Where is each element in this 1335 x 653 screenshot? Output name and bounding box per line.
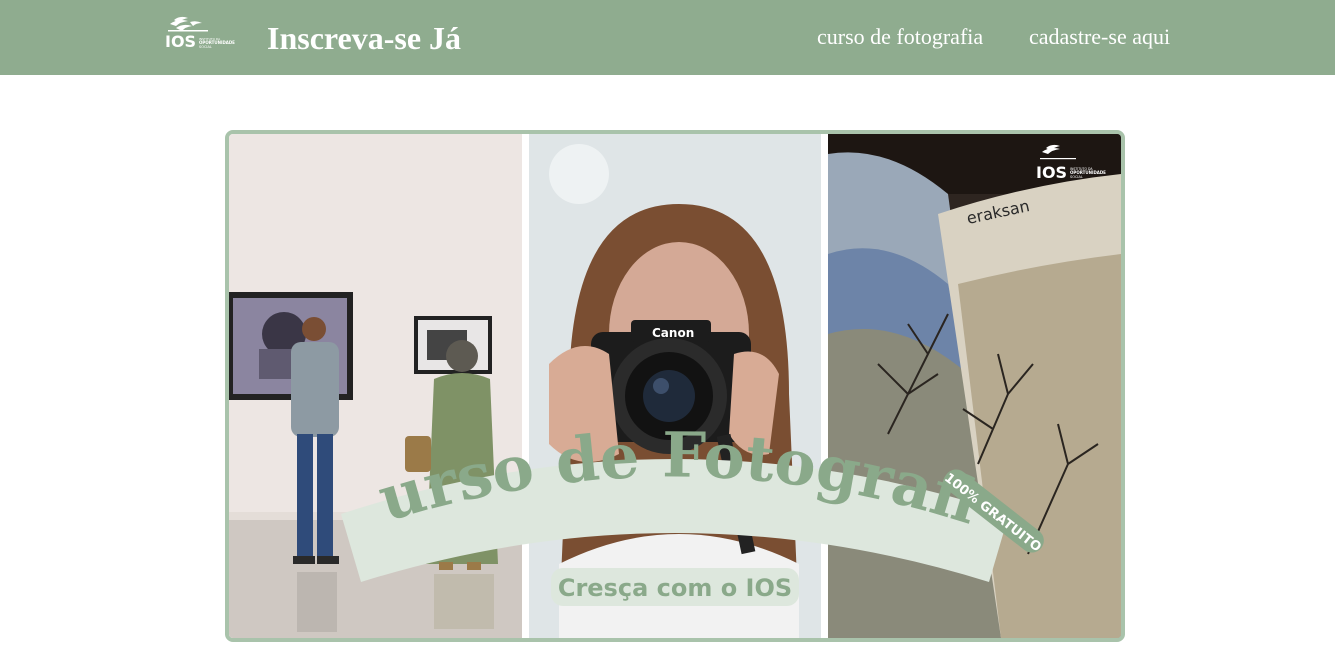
svg-text:SOCIAL: SOCIAL bbox=[1070, 175, 1083, 179]
nav-link-cadastro[interactable]: cadastre-se aqui bbox=[1029, 24, 1170, 50]
site-header: IOS INSTITUTO DA OPORTUNIDADE SOCIAL Ins… bbox=[0, 0, 1335, 75]
course-banner[interactable]: Canon eraksan IOS INSTITUTO DA OPORTUNID… bbox=[225, 130, 1125, 642]
gallery-photo bbox=[229, 134, 522, 638]
ios-logo-icon[interactable]: IOS INSTITUTO DA OPORTUNIDADE SOCIAL bbox=[164, 14, 246, 52]
site-title[interactable]: Inscreva-se Já bbox=[267, 18, 461, 58]
book-photo: eraksan IOS INSTITUTO DA OPORTUNIDADE SO… bbox=[828, 134, 1121, 638]
corner-logo-text: IOS bbox=[1036, 163, 1067, 182]
nav-link-curso[interactable]: curso de fotografia bbox=[817, 24, 983, 50]
camera-brand-label: Canon bbox=[652, 326, 694, 340]
svg-text:SOCIAL: SOCIAL bbox=[199, 45, 212, 49]
photographer-photo: Canon bbox=[529, 134, 821, 638]
logo-text: IOS bbox=[165, 32, 196, 51]
